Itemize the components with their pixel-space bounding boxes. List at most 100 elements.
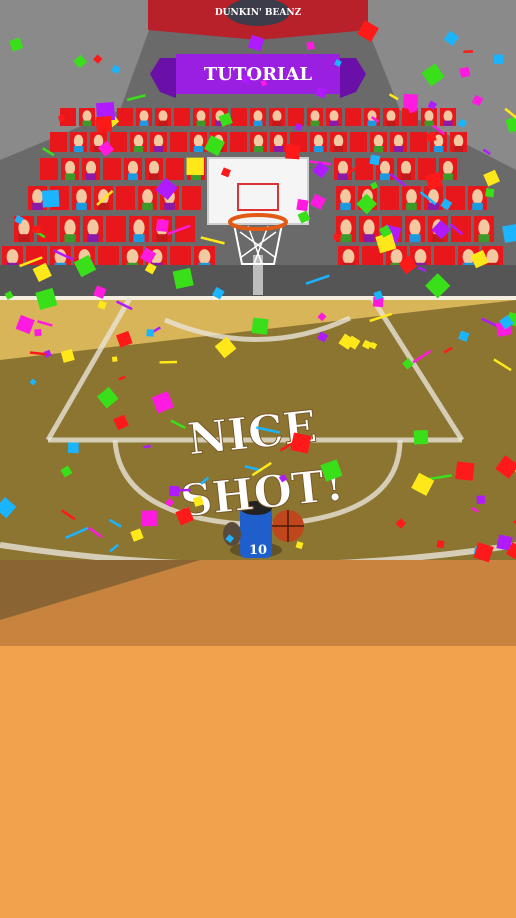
spectator xyxy=(76,189,87,205)
spectator-shirt xyxy=(409,234,421,242)
spectator xyxy=(340,219,352,237)
confetti-piece xyxy=(455,461,475,481)
spectator xyxy=(193,134,204,148)
confetti-piece xyxy=(168,485,180,497)
spectator xyxy=(414,249,427,265)
stand-seat xyxy=(345,108,361,126)
stand-seat xyxy=(40,158,58,180)
spectator-shirt xyxy=(253,146,264,152)
stand-seat xyxy=(106,216,126,242)
spectator-shirt xyxy=(443,120,453,126)
stand-seat xyxy=(231,108,247,126)
confetti-piece xyxy=(485,188,495,198)
confetti-piece xyxy=(296,199,309,212)
spectator-shirt xyxy=(133,234,145,242)
spectator-shirt xyxy=(156,234,168,242)
stand-seat xyxy=(170,132,187,152)
confetti-piece xyxy=(67,442,79,454)
spectator-shirt xyxy=(127,173,139,180)
confetti-piece xyxy=(403,93,419,109)
spectator-shirt xyxy=(196,120,206,126)
confetti-piece xyxy=(141,510,157,527)
spectator xyxy=(148,160,160,175)
confetti-piece xyxy=(172,267,194,289)
spectator-shirt xyxy=(373,146,384,152)
spectator xyxy=(443,110,453,122)
spectator xyxy=(409,219,421,237)
spectator-shirt xyxy=(32,202,43,210)
spectator-shirt xyxy=(442,173,454,180)
confetti-piece xyxy=(413,430,429,445)
spectator-shirt xyxy=(400,173,412,180)
spectator xyxy=(373,134,384,148)
sponsor-text: DUNKIN' BEANZ xyxy=(215,8,302,18)
spectator xyxy=(198,249,211,265)
spectator xyxy=(6,249,19,265)
confetti-piece xyxy=(156,219,169,232)
spectator xyxy=(272,110,282,122)
spectator xyxy=(386,110,396,122)
stand-seat xyxy=(174,108,190,126)
spectator xyxy=(64,219,76,237)
stand-seat xyxy=(103,158,121,180)
spectator xyxy=(126,249,139,265)
game-scene[interactable]: DUNKIN' BEANZ TUTORIAL 10 NICE SHOT! xyxy=(0,0,516,918)
confetti-piece xyxy=(493,54,504,64)
spectator xyxy=(82,110,92,122)
tutorial-banner: TUTORIAL xyxy=(150,54,366,98)
spectator-shirt xyxy=(273,146,284,152)
stand-seat xyxy=(182,186,201,210)
spectator-shirt xyxy=(472,202,483,210)
spectator-shirt xyxy=(386,120,396,126)
spectator-shirt xyxy=(82,120,92,126)
footer-panel[interactable] xyxy=(0,646,516,918)
spectator xyxy=(424,110,434,122)
spectator xyxy=(196,110,206,122)
spectator xyxy=(406,189,417,205)
spectator-shirt xyxy=(148,173,160,180)
spectator xyxy=(158,110,168,122)
spectator xyxy=(139,110,149,122)
spectator xyxy=(85,160,97,175)
confetti-piece xyxy=(41,189,60,208)
spectator xyxy=(379,160,391,175)
confetti-piece xyxy=(32,225,42,234)
stand-seat xyxy=(288,108,304,126)
spectator-shirt xyxy=(18,234,30,242)
spectator xyxy=(32,189,43,205)
confetti-piece xyxy=(146,328,155,337)
confetti-piece xyxy=(333,233,342,241)
spectator-shirt xyxy=(153,146,164,152)
confetti-piece xyxy=(436,540,445,549)
spectator-shirt xyxy=(85,173,97,180)
spectator-shirt xyxy=(76,202,87,210)
spectator-shirt xyxy=(193,146,204,152)
spectator-shirt xyxy=(333,146,344,152)
spectator-shirt xyxy=(433,146,444,152)
spectator-shirt xyxy=(310,120,320,126)
confetti-piece xyxy=(459,66,471,78)
spectator-shirt xyxy=(337,173,349,180)
spectator xyxy=(273,134,284,148)
spectator xyxy=(310,110,320,122)
spectator-shirt xyxy=(253,120,263,126)
confetti-piece xyxy=(95,115,113,133)
stand-seat xyxy=(230,132,247,152)
spectator-shirt xyxy=(453,146,464,152)
spectator xyxy=(442,160,454,175)
spectator xyxy=(73,134,84,148)
confetti-piece xyxy=(476,495,486,504)
confetti-piece xyxy=(179,488,191,492)
spectator-shirt xyxy=(142,202,153,210)
stand-seat xyxy=(350,132,367,152)
stand-seat xyxy=(166,158,184,180)
confetti-piece xyxy=(369,154,381,166)
spectator-shirt xyxy=(393,146,404,152)
spectator xyxy=(453,134,464,148)
spectator xyxy=(133,134,144,148)
spectator xyxy=(313,134,324,148)
spectator-shirt xyxy=(73,146,84,152)
spectator-shirt xyxy=(424,120,434,126)
spectator xyxy=(127,160,139,175)
spectator xyxy=(363,219,375,237)
